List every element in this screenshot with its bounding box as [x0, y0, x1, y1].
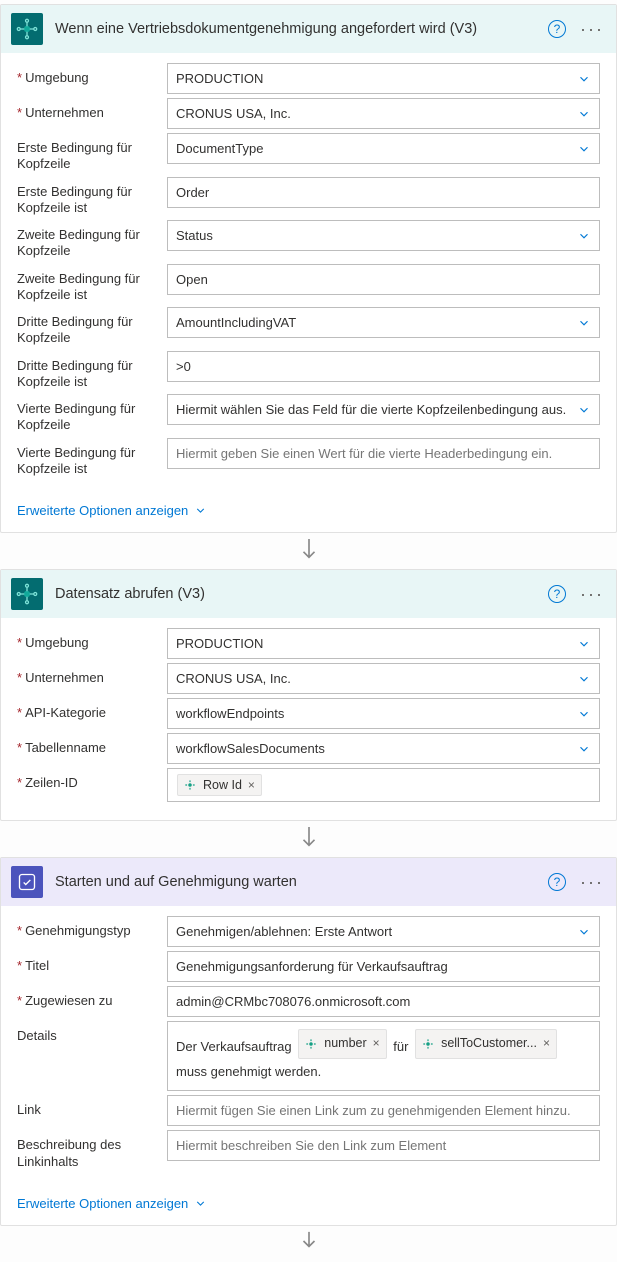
bc-connector-icon — [11, 578, 43, 610]
label-umgebung: Umgebung — [17, 628, 167, 651]
dropdown-unternehmen[interactable]: CRONUS USA, Inc. — [167, 98, 600, 129]
bc-token-icon — [182, 777, 198, 793]
get-record-card: Datensatz abrufen (V3) ? ··· Umgebung PR… — [0, 569, 617, 821]
input-link[interactable] — [167, 1095, 600, 1126]
token-row-id[interactable]: Row Id × — [177, 774, 262, 796]
chevron-down-icon — [569, 925, 591, 939]
input-c4v[interactable] — [167, 438, 600, 469]
chevron-down-icon — [569, 316, 591, 330]
chevron-down-icon — [569, 107, 591, 121]
label-approval-type: Genehmigungstyp — [17, 916, 167, 939]
dropdown-api[interactable]: workflowEndpoints — [167, 698, 600, 729]
chevron-down-icon — [569, 229, 591, 243]
token-remove-icon[interactable]: × — [248, 778, 255, 792]
chevron-down-icon — [569, 403, 591, 417]
advanced-options-toggle[interactable]: Erweiterte Optionen anzeigen — [1, 495, 223, 532]
input-linkdesc[interactable] — [167, 1130, 600, 1161]
label-unternehmen: Unternehmen — [17, 663, 167, 686]
flow-arrow — [0, 533, 617, 569]
dropdown-c4f[interactable]: Hiermit wählen Sie das Feld für die vier… — [167, 394, 600, 425]
label-c1v: Erste Bedingung für Kopfzeile ist — [17, 177, 167, 217]
input-c1v[interactable]: Order — [167, 177, 600, 208]
input-c3v[interactable]: >0 — [167, 351, 600, 382]
label-c2v: Zweite Bedingung für Kopfzeile ist — [17, 264, 167, 304]
label-details: Details — [17, 1021, 167, 1044]
input-rowid[interactable]: Row Id × — [167, 768, 600, 802]
dropdown-c2f[interactable]: Status — [167, 220, 600, 251]
help-icon[interactable]: ? — [548, 20, 566, 38]
bc-connector-icon — [11, 13, 43, 45]
dropdown-umgebung[interactable]: PRODUCTION — [167, 63, 600, 94]
flow-arrow — [0, 821, 617, 857]
chevron-down-icon — [194, 504, 207, 517]
label-linkdesc: Beschreibung des Linkinhalts — [17, 1130, 167, 1170]
advanced-options-toggle[interactable]: Erweiterte Optionen anzeigen — [1, 1188, 223, 1225]
more-icon[interactable]: ··· — [580, 20, 604, 38]
label-unternehmen: Unternehmen — [17, 98, 167, 121]
dropdown-c3f[interactable]: AmountIncludingVAT — [167, 307, 600, 338]
dropdown-approval-type[interactable]: Genehmigen/ablehnen: Erste Antwort — [167, 916, 600, 947]
input-c2v[interactable]: Open — [167, 264, 600, 295]
dropdown-umgebung[interactable]: PRODUCTION — [167, 628, 600, 659]
chevron-down-icon — [194, 1197, 207, 1210]
more-icon[interactable]: ··· — [580, 873, 604, 891]
input-assigned[interactable]: admin@CRMbc708076.onmicrosoft.com — [167, 986, 600, 1017]
token-remove-icon[interactable]: × — [373, 1032, 380, 1055]
label-umgebung: Umgebung — [17, 63, 167, 86]
label-link: Link — [17, 1095, 167, 1118]
label-c2f: Zweite Bedingung für Kopfzeile — [17, 220, 167, 260]
approvals-icon — [11, 866, 43, 898]
label-table: Tabellenname — [17, 733, 167, 756]
approval-title: Starten und auf Genehmigung warten — [55, 874, 548, 890]
input-c4v-field[interactable] — [176, 440, 591, 467]
link-field[interactable] — [176, 1097, 591, 1124]
chevron-down-icon — [569, 142, 591, 156]
label-c4f: Vierte Bedingung für Kopfzeile — [17, 394, 167, 434]
token-number[interactable]: number × — [298, 1029, 386, 1059]
input-title[interactable]: Genehmigungsanforderung für Verkaufsauft… — [167, 951, 600, 982]
label-c4v: Vierte Bedingung für Kopfzeile ist — [17, 438, 167, 478]
trigger-header[interactable]: Wenn eine Vertriebsdokumentgenehmigung a… — [1, 5, 616, 53]
chevron-down-icon — [569, 72, 591, 86]
label-title: Titel — [17, 951, 167, 974]
token-selltocustomer[interactable]: sellToCustomer... × — [415, 1029, 557, 1059]
label-c3v: Dritte Bedingung für Kopfzeile ist — [17, 351, 167, 391]
approval-card: Starten und auf Genehmigung warten ? ···… — [0, 857, 617, 1226]
more-icon[interactable]: ··· — [580, 585, 604, 603]
trigger-title: Wenn eine Vertriebsdokumentgenehmigung a… — [55, 21, 548, 37]
get-record-header[interactable]: Datensatz abrufen (V3) ? ··· — [1, 570, 616, 618]
approval-header[interactable]: Starten und auf Genehmigung warten ? ··· — [1, 858, 616, 906]
chevron-down-icon — [569, 672, 591, 686]
bc-token-icon — [420, 1036, 436, 1052]
label-c3f: Dritte Bedingung für Kopfzeile — [17, 307, 167, 347]
chevron-down-icon — [569, 707, 591, 721]
label-c1f: Erste Bedingung für Kopfzeile — [17, 133, 167, 173]
chevron-down-icon — [569, 637, 591, 651]
label-rowid: Zeilen-ID — [17, 768, 167, 791]
token-remove-icon[interactable]: × — [543, 1032, 550, 1055]
help-icon[interactable]: ? — [548, 585, 566, 603]
linkdesc-field[interactable] — [176, 1132, 591, 1159]
dropdown-unternehmen[interactable]: CRONUS USA, Inc. — [167, 663, 600, 694]
input-details[interactable]: Der Verkaufsauftrag number × für sellTo — [167, 1021, 600, 1091]
bc-token-icon — [303, 1036, 319, 1052]
get-record-title: Datensatz abrufen (V3) — [55, 586, 548, 602]
help-icon[interactable]: ? — [548, 873, 566, 891]
dropdown-table[interactable]: workflowSalesDocuments — [167, 733, 600, 764]
chevron-down-icon — [569, 742, 591, 756]
flow-arrow — [0, 1226, 617, 1258]
label-api: API-Kategorie — [17, 698, 167, 721]
trigger-card: Wenn eine Vertriebsdokumentgenehmigung a… — [0, 4, 617, 533]
dropdown-c1f[interactable]: DocumentType — [167, 133, 600, 164]
label-assigned: Zugewiesen zu — [17, 986, 167, 1009]
